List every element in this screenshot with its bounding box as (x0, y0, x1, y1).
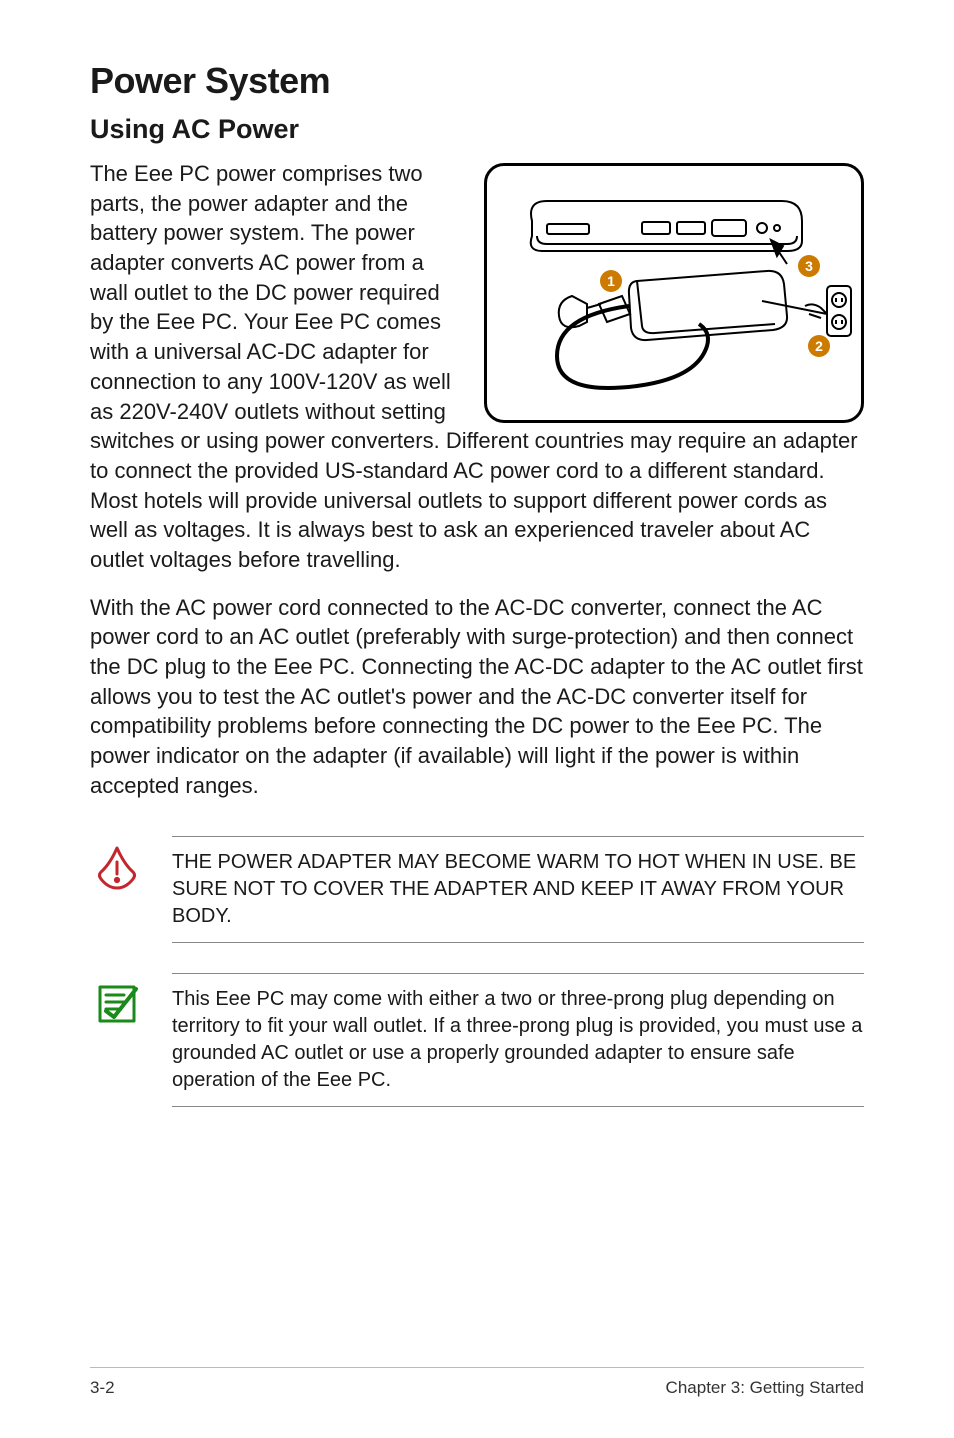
svg-text:1: 1 (607, 273, 615, 289)
note-text: This Eee PC may come with either a two o… (172, 973, 864, 1107)
diagram-svg: 3 1 (487, 166, 861, 420)
svg-text:2: 2 (815, 338, 823, 354)
intro-block: 3 1 (90, 159, 864, 575)
page-number: 3-2 (90, 1378, 115, 1398)
svg-text:3: 3 (805, 258, 813, 274)
warning-callout: THE POWER ADAPTER MAY BECOME WARM TO HOT… (90, 836, 864, 943)
spacer (90, 1137, 864, 1347)
dc-cable-icon (557, 306, 708, 388)
section-heading: Using AC Power (90, 114, 864, 145)
page-footer: 3-2 Chapter 3: Getting Started (90, 1367, 864, 1398)
label-2: 2 (808, 335, 830, 357)
page-title: Power System (90, 60, 864, 102)
details-paragraph: With the AC power cord connected to the … (90, 593, 864, 801)
warning-icon (90, 836, 144, 943)
chapter-label: Chapter 3: Getting Started (666, 1378, 864, 1398)
label-1: 1 (600, 270, 622, 292)
laptop-icon (531, 201, 802, 251)
warning-text: THE POWER ADAPTER MAY BECOME WARM TO HOT… (172, 836, 864, 943)
note-icon (90, 973, 144, 1107)
page: Power System Using AC Power (0, 0, 954, 1438)
note-callout: This Eee PC may come with either a two o… (90, 973, 864, 1107)
details-block: With the AC power cord connected to the … (90, 593, 864, 801)
power-connection-diagram: 3 1 (484, 163, 864, 423)
label-3: 3 (798, 255, 820, 277)
ac-plug-icon (559, 296, 630, 327)
adapter-icon (629, 271, 827, 340)
